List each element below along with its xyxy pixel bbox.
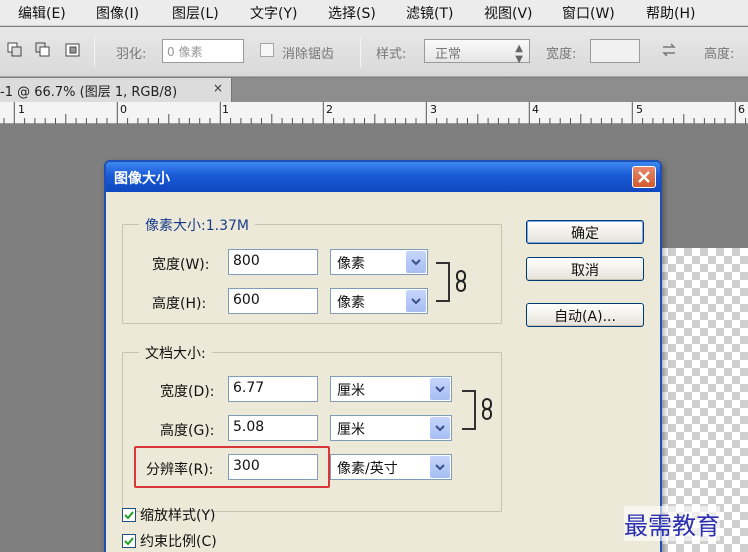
- document-size-legend: 文档大小:: [139, 343, 212, 363]
- swap-arrows-icon[interactable]: [660, 41, 678, 59]
- pixel-height-unit-select[interactable]: 像素: [330, 288, 428, 314]
- dialog-titlebar[interactable]: 图像大小: [106, 162, 660, 192]
- pixel-width-input[interactable]: 800: [228, 249, 318, 275]
- chain-link-icon: [480, 398, 494, 420]
- document-tab[interactable]: -1 @ 66.7% (图层 1, RGB/8) ×: [0, 78, 232, 102]
- height-label: 高度:: [704, 47, 735, 62]
- doc-width-unit-select[interactable]: 厘米: [330, 376, 452, 402]
- menu-layer[interactable]: 图层(L): [172, 3, 219, 23]
- doc-width-unit: 厘米: [337, 383, 365, 399]
- chevron-down-icon: [430, 417, 450, 439]
- close-icon: [638, 171, 650, 183]
- close-icon[interactable]: ×: [213, 81, 223, 95]
- toolbar-separator: [360, 37, 361, 67]
- width-label: 宽度:: [546, 47, 577, 62]
- resolution-unit-select[interactable]: 像素/英寸: [330, 454, 452, 480]
- menu-help[interactable]: 帮助(H): [646, 3, 695, 23]
- width-input[interactable]: [590, 39, 640, 63]
- style-label: 样式:: [376, 47, 407, 62]
- watermark-text: 最需教育: [624, 506, 720, 541]
- chevron-down-icon: [430, 456, 450, 478]
- constrain-proportions-label[interactable]: 约束比例(C): [140, 531, 217, 551]
- ruler-label: 6: [738, 103, 745, 116]
- pixel-height-input[interactable]: 600: [228, 288, 318, 314]
- subtract-selection-icon[interactable]: [34, 41, 52, 59]
- horizontal-ruler: 1 0 1 2 3 4 5 6: [0, 102, 748, 124]
- menu-image[interactable]: 图像(I): [96, 3, 139, 23]
- chain-link-icon: [454, 270, 468, 292]
- cancel-button[interactable]: 取消: [526, 257, 644, 281]
- ruler-label: 5: [636, 103, 643, 116]
- antialias-checkbox[interactable]: [260, 43, 274, 57]
- pixel-width-unit: 像素: [337, 256, 365, 272]
- doc-width-label: 宽度(D):: [160, 384, 215, 400]
- constrain-proportions-checkbox[interactable]: [122, 534, 136, 548]
- doc-height-label: 高度(G):: [160, 423, 215, 439]
- scale-styles-checkbox[interactable]: [122, 508, 136, 522]
- link-bracket: [462, 390, 476, 430]
- feather-input[interactable]: 0 像素: [162, 39, 244, 63]
- checkmark-icon: [124, 511, 134, 520]
- doc-height-unit: 厘米: [337, 422, 365, 438]
- chevron-down-icon: [406, 251, 426, 273]
- ruler-label: 3: [430, 103, 437, 116]
- pixel-dimensions-legend: 像素大小:1.37M: [139, 215, 255, 235]
- menu-bar: 编辑(E) 图像(I) 图层(L) 文字(Y) 选择(S) 滤镜(T) 视图(V…: [0, 0, 748, 26]
- menu-select[interactable]: 选择(S): [328, 3, 376, 23]
- close-button[interactable]: [632, 166, 656, 188]
- style-value: 正常: [435, 47, 462, 62]
- pixel-height-unit: 像素: [337, 295, 365, 311]
- antialias-label: 消除锯齿: [282, 47, 335, 62]
- checkmark-icon: [124, 537, 134, 546]
- style-select[interactable]: 正常 ▲ ▼: [424, 39, 530, 65]
- resolution-unit: 像素/英寸: [337, 461, 398, 477]
- options-bar: 羽化: 0 像素 消除锯齿 样式: 正常 ▲ ▼ 宽度: 高度:: [0, 27, 748, 77]
- resolution-highlight-box: [134, 446, 330, 488]
- doc-width-input[interactable]: 6.77: [228, 376, 318, 402]
- auto-button[interactable]: 自动(A)...: [526, 303, 644, 327]
- chevron-down-icon: [430, 378, 450, 400]
- ruler-label: 1: [222, 103, 229, 116]
- ok-button[interactable]: 确定: [526, 220, 644, 244]
- ruler-label: 1: [18, 103, 25, 116]
- pixel-width-unit-select[interactable]: 像素: [330, 249, 428, 275]
- updown-arrow-icon: ▲ ▼: [515, 43, 523, 65]
- image-size-dialog: 图像大小 像素大小:1.37M 宽度(W): 800 像素 高度(H): 600…: [104, 160, 662, 552]
- menu-edit[interactable]: 编辑(E): [18, 3, 66, 23]
- add-to-selection-icon[interactable]: [6, 41, 24, 59]
- doc-height-unit-select[interactable]: 厘米: [330, 415, 452, 441]
- menu-filter[interactable]: 滤镜(T): [406, 3, 453, 23]
- feather-label: 羽化:: [116, 47, 147, 62]
- chevron-down-icon: [406, 290, 426, 312]
- doc-height-input[interactable]: 5.08: [228, 415, 318, 441]
- pixel-height-label: 高度(H):: [152, 296, 207, 312]
- document-tab-title: -1 @ 66.7% (图层 1, RGB/8): [0, 85, 178, 100]
- menu-type[interactable]: 文字(Y): [250, 3, 297, 23]
- document-tab-strip: -1 @ 66.7% (图层 1, RGB/8) ×: [0, 78, 748, 102]
- ruler-label: 2: [326, 103, 333, 116]
- toolbar-separator: [94, 37, 95, 67]
- intersect-selection-icon[interactable]: [64, 41, 82, 59]
- pixel-width-label: 宽度(W):: [152, 257, 210, 273]
- ruler-label: 4: [532, 103, 539, 116]
- ruler-label: 0: [120, 103, 127, 116]
- dialog-title: 图像大小: [114, 171, 170, 187]
- scale-styles-label[interactable]: 缩放样式(Y): [140, 505, 215, 525]
- menu-window[interactable]: 窗口(W): [562, 3, 615, 23]
- menu-view[interactable]: 视图(V): [484, 3, 533, 23]
- link-bracket: [436, 262, 450, 302]
